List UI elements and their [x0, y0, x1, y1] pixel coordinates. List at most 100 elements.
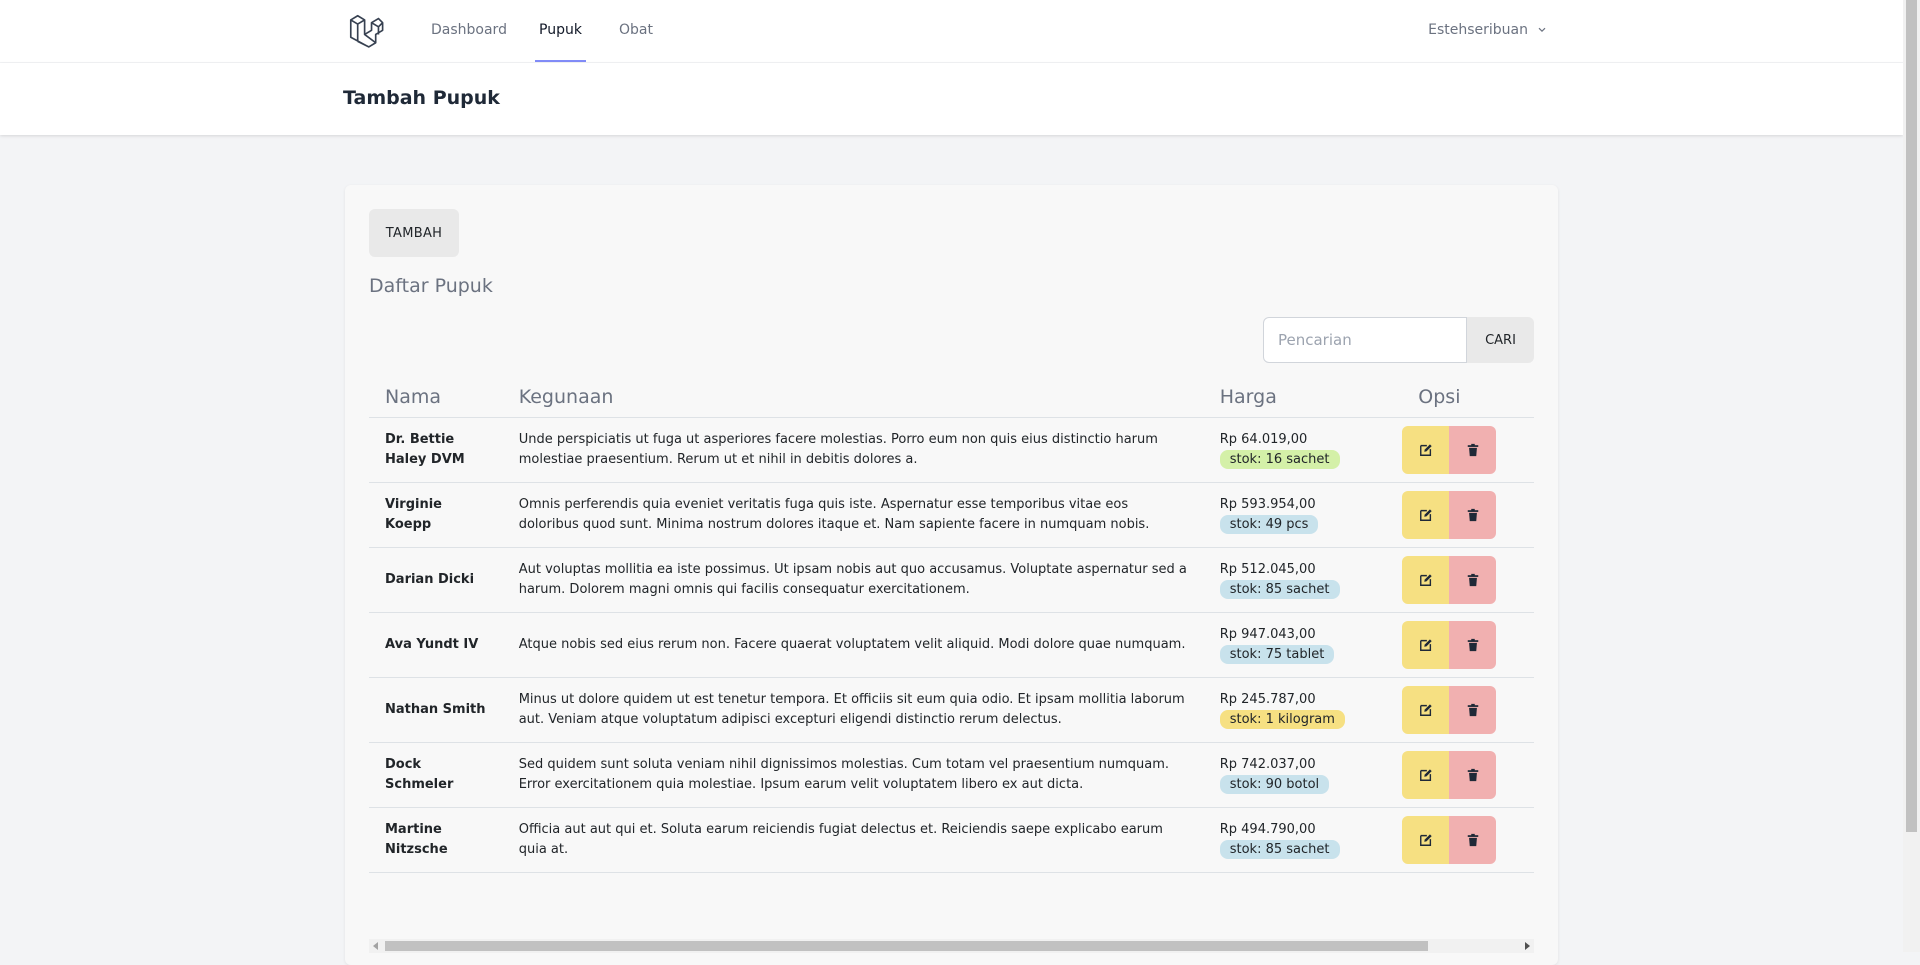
search-button[interactable]: CARI — [1467, 317, 1534, 363]
nav-pupuk[interactable]: Pupuk — [535, 0, 586, 62]
cell-kegunaan: Unde perspiciatis ut fuga ut asperiores … — [502, 417, 1204, 483]
stock-badge: stok: 90 botol — [1219, 775, 1330, 794]
column-header-nama: Nama — [385, 386, 442, 408]
edit-button[interactable] — [1402, 621, 1450, 669]
edit-button[interactable] — [1402, 491, 1450, 539]
content-card: TAMBAH Daftar Pupuk CARI Nama Kegunaan H… — [345, 185, 1558, 965]
delete-button[interactable] — [1449, 686, 1497, 734]
table-row: Dr. Bettie Haley DVM Unde perspiciatis u… — [369, 417, 1534, 483]
edit-button[interactable] — [1402, 686, 1450, 734]
cell-nama: Dock Schmeler — [369, 742, 503, 808]
trash-icon — [1467, 638, 1479, 652]
table-header-row: Nama Kegunaan Harga Opsi — [369, 377, 1534, 418]
nav-obat[interactable]: Obat — [615, 0, 657, 62]
price-value: Rp 593.954,00 — [1219, 497, 1316, 512]
price-value: Rp 64.019,00 — [1219, 432, 1308, 447]
stock-badge: stok: 75 tablet — [1219, 645, 1335, 664]
stock-badge: stok: 85 sachet — [1219, 580, 1340, 599]
table-row: Dock Schmeler Sed quidem sunt soluta ven… — [369, 742, 1534, 808]
cell-nama: Darian Dicki — [369, 547, 503, 613]
cell-opsi — [1402, 482, 1534, 548]
user-name: Estehseribuan — [1428, 22, 1528, 38]
price-value: Rp 742.037,00 — [1219, 757, 1316, 772]
cell-nama: Nathan Smith — [369, 677, 503, 743]
chevron-down-icon — [1538, 27, 1546, 33]
column-header-kegunaan: Kegunaan — [518, 386, 614, 408]
cell-kegunaan: Aut voluptas mollitia ea iste possimus. … — [502, 547, 1204, 613]
scroll-right-arrow-icon[interactable] — [1525, 942, 1530, 950]
stock-badge: stok: 16 sachet — [1219, 450, 1340, 469]
cell-harga: Rp 64.019,00 stok: 16 sachet — [1203, 417, 1403, 483]
laravel-logo-icon[interactable] — [348, 13, 384, 49]
column-header-opsi: Opsi — [1418, 386, 1461, 408]
trash-icon — [1467, 703, 1479, 717]
vertical-scrollbar-thumb[interactable] — [1906, 0, 1917, 832]
edit-icon — [1419, 509, 1432, 521]
trash-icon — [1467, 573, 1479, 587]
delete-button[interactable] — [1449, 816, 1497, 864]
cell-kegunaan: Sed quidem sunt soluta veniam nihil dign… — [502, 742, 1204, 808]
cell-nama: Dr. Bettie Haley DVM — [369, 417, 503, 483]
edit-button[interactable] — [1402, 751, 1450, 799]
price-value: Rp 245.787,00 — [1219, 692, 1316, 707]
table-row: Darian Dicki Aut voluptas mollitia ea is… — [369, 547, 1534, 613]
cell-opsi — [1402, 807, 1534, 873]
cell-opsi — [1402, 417, 1534, 483]
delete-button[interactable] — [1449, 751, 1497, 799]
cell-harga: Rp 512.045,00 stok: 85 sachet — [1203, 547, 1403, 613]
horizontal-scrollbar[interactable] — [369, 939, 1534, 953]
edit-icon — [1419, 769, 1432, 781]
edit-icon — [1419, 704, 1432, 716]
top-navbar: Dashboard Pupuk Obat Estehseribuan — [0, 0, 1903, 63]
page-title: Tambah Pupuk — [343, 87, 500, 109]
price-value: Rp 494.790,00 — [1219, 822, 1316, 837]
trash-icon — [1467, 768, 1479, 782]
cell-harga: Rp 245.787,00 stok: 1 kilogram — [1203, 677, 1403, 743]
cell-nama: Ava Yundt IV — [369, 612, 503, 678]
price-value: Rp 947.043,00 — [1219, 627, 1316, 642]
trash-icon — [1467, 508, 1479, 522]
search-input[interactable] — [1263, 317, 1467, 363]
table-row: Virginie Koepp Omnis perferendis quia ev… — [369, 482, 1534, 548]
stock-badge: stok: 85 sachet — [1219, 840, 1340, 859]
cell-kegunaan: Omnis perferendis quia eveniet veritatis… — [502, 482, 1204, 548]
edit-icon — [1419, 834, 1432, 846]
column-header-harga: Harga — [1219, 386, 1277, 408]
edit-button[interactable] — [1402, 816, 1450, 864]
user-menu[interactable]: Estehseribuan — [1428, 0, 1548, 60]
cell-harga: Rp 947.043,00 stok: 75 tablet — [1203, 612, 1403, 678]
nav-dashboard[interactable]: Dashboard — [427, 0, 511, 62]
edit-icon — [1419, 574, 1432, 586]
table-row: Martine Nitzsche Officia aut aut qui et.… — [369, 807, 1534, 873]
edit-button[interactable] — [1402, 426, 1450, 474]
trash-icon — [1467, 443, 1479, 457]
cell-harga: Rp 494.790,00 stok: 85 sachet — [1203, 807, 1403, 873]
delete-button[interactable] — [1449, 426, 1497, 474]
delete-button[interactable] — [1449, 621, 1497, 669]
cell-kegunaan: Atque nobis sed eius rerum non. Facere q… — [502, 612, 1204, 678]
stock-badge: stok: 1 kilogram — [1219, 710, 1345, 729]
stock-badge: stok: 49 pcs — [1219, 515, 1319, 534]
fertilizer-table: Nama Kegunaan Harga Opsi Dr. Bettie Hale… — [369, 377, 1534, 873]
cell-opsi — [1402, 742, 1534, 808]
scroll-left-arrow-icon[interactable] — [373, 942, 378, 950]
cell-nama: Virginie Koepp — [369, 482, 503, 548]
trash-icon — [1467, 833, 1479, 847]
add-button[interactable]: TAMBAH — [369, 209, 459, 257]
table-row: Ava Yundt IV Atque nobis sed eius rerum … — [369, 612, 1534, 678]
price-value: Rp 512.045,00 — [1219, 562, 1316, 577]
cell-kegunaan: Officia aut aut qui et. Soluta earum rei… — [502, 807, 1204, 873]
cell-harga: Rp 593.954,00 stok: 49 pcs — [1203, 482, 1403, 548]
section-title: Daftar Pupuk — [369, 275, 493, 297]
page-header: Tambah Pupuk — [0, 63, 1903, 135]
cell-opsi — [1402, 612, 1534, 678]
delete-button[interactable] — [1449, 556, 1497, 604]
cell-opsi — [1402, 547, 1534, 613]
page-vertical-scrollbar[interactable] — [1903, 0, 1920, 952]
table-row: Nathan Smith Minus ut dolore quidem ut e… — [369, 677, 1534, 743]
delete-button[interactable] — [1449, 491, 1497, 539]
edit-button[interactable] — [1402, 556, 1450, 604]
horizontal-scrollbar-thumb[interactable] — [385, 941, 1428, 951]
cell-harga: Rp 742.037,00 stok: 90 botol — [1203, 742, 1403, 808]
cell-opsi — [1402, 677, 1534, 743]
